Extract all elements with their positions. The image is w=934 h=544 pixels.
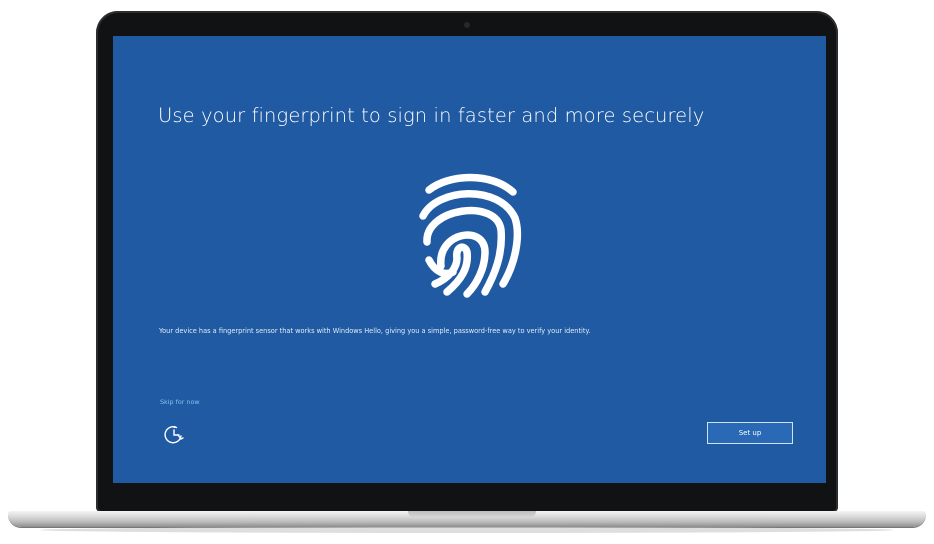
page-title: Use your fingerprint to sign in faster a… (158, 104, 705, 127)
skip-for-now-link[interactable]: Skip for now (160, 398, 200, 406)
set-up-button[interactable]: Set up (707, 422, 793, 444)
laptop-shadow (40, 527, 894, 533)
laptop-opening-notch (408, 511, 536, 518)
laptop-mockup: Use your fingerprint to sign in faster a… (0, 0, 934, 544)
webcam (464, 22, 470, 28)
fingerprint-icon (419, 173, 522, 298)
description-text: Your device has a fingerprint sensor tha… (159, 327, 591, 335)
ease-of-access-icon[interactable] (162, 422, 186, 446)
oobe-screen: Use your fingerprint to sign in faster a… (113, 36, 826, 483)
